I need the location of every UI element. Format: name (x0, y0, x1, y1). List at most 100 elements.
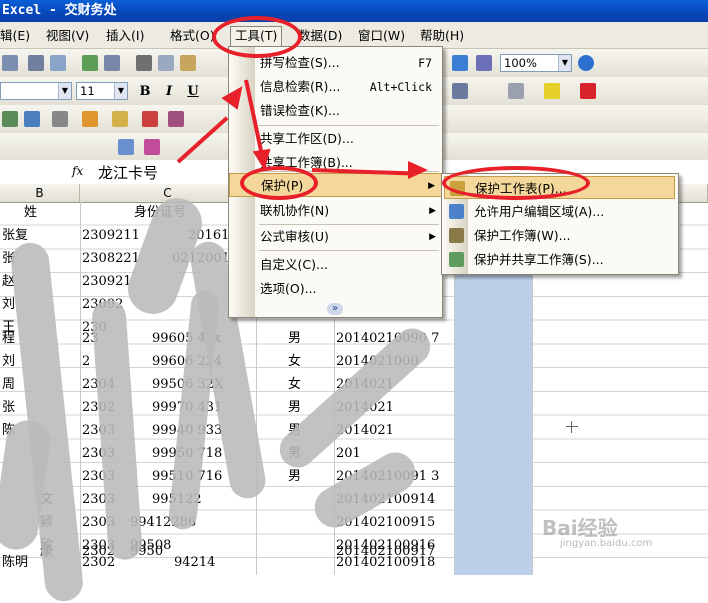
cell-id[interactable]: 2309211 (82, 225, 140, 247)
envelope-icon[interactable] (144, 139, 160, 155)
arrowhead-icon (252, 148, 274, 172)
cell-id[interactable]: 2308221 (82, 248, 140, 270)
menu-item-formula-audit[interactable]: 公式审核(U) ▶ (229, 225, 442, 249)
forward-icon[interactable] (118, 139, 134, 155)
underline-button[interactable]: U (184, 84, 202, 100)
header-cell-name[interactable]: 姓 (24, 202, 37, 224)
share-lock-icon (449, 252, 464, 267)
menu-separator (259, 250, 439, 251)
track-icon[interactable] (2, 111, 18, 127)
menu-item-label: 共享工作区(D)... (260, 131, 354, 146)
menu-edit[interactable]: 辑(E) (0, 27, 30, 45)
submenu-arrow-icon: ▶ (428, 181, 435, 191)
research-icon[interactable] (104, 55, 120, 71)
chevron-down-icon[interactable]: ▼ (114, 83, 127, 99)
font-size-value: 11 (80, 84, 95, 98)
menu-item-protect-workbook[interactable]: 保护工作簿(W)... (444, 224, 675, 247)
cell-name[interactable]: 周 (2, 374, 15, 396)
font-color-icon[interactable] (580, 83, 596, 99)
form-icon[interactable] (168, 111, 184, 127)
menu-item-label: 自定义(C)... (260, 257, 328, 272)
shortcut-label: Alt+Click (369, 80, 432, 94)
chart-wizard-icon[interactable] (452, 55, 468, 71)
print-icon[interactable] (28, 55, 44, 71)
menu-help[interactable]: 帮助(H) (420, 27, 464, 45)
cell-gender[interactable]: 男 (288, 397, 301, 419)
highlight-ring-protection (240, 166, 318, 200)
indent-icon[interactable] (452, 83, 468, 99)
bold-button[interactable]: B (136, 84, 154, 100)
font-size-combo[interactable]: 11 ▼ (76, 82, 128, 100)
title-bar: Excel - 交财务处 (0, 0, 708, 22)
menu-item-label: 联机协作(N) (260, 203, 330, 218)
cell-name[interactable]: 程 (2, 328, 15, 350)
menu-item-label: 保护工作簿(W)... (474, 228, 571, 243)
highlight-ring-tools (212, 16, 302, 58)
menu-data[interactable]: 数据(D) (298, 27, 342, 45)
print-preview-icon[interactable] (50, 55, 66, 71)
menu-item-allow-edit-ranges[interactable]: 允许用户编辑区域(A)... (444, 200, 675, 223)
crosshair-icon (566, 426, 578, 427)
menu-item-research[interactable]: 信息检索(R)... Alt+Click (229, 75, 442, 99)
highlight-ring-protect-sheet (442, 166, 590, 200)
menu-format[interactable]: 格式(O) (170, 27, 215, 45)
cell-id-tail: 94214 (174, 555, 216, 570)
submenu-arrow-icon: ▶ (429, 206, 436, 216)
cell-code[interactable]: 201402100918 (336, 552, 435, 574)
cell-gender[interactable]: 女 (288, 374, 301, 396)
zoom-value: 100% (504, 56, 537, 70)
edit-ranges-icon (449, 204, 464, 219)
menu-item-error-check[interactable]: 错误检查(K)... (229, 99, 442, 123)
comment-icon[interactable] (24, 111, 40, 127)
window-title: Excel - 交财务处 (2, 3, 117, 18)
zoom-combo[interactable]: 100% ▼ (500, 54, 572, 72)
menu-window[interactable]: 窗口(W) (358, 27, 405, 45)
menu-item-options[interactable]: 选项(O)... (229, 277, 442, 301)
column-header-b[interactable]: B (0, 184, 80, 202)
help-icon[interactable] (578, 55, 594, 71)
watermark-logo: Bai经验 (542, 516, 618, 540)
crosshair-icon (571, 421, 572, 433)
chevron-down-icon[interactable]: ▼ (58, 83, 71, 99)
cell-name[interactable]: 刘 (2, 351, 15, 373)
drawing-icon[interactable] (476, 55, 492, 71)
font-name-combo[interactable]: ▼ (0, 82, 72, 100)
folder-icon[interactable] (112, 111, 128, 127)
grid-icon[interactable] (142, 111, 158, 127)
menu-insert[interactable]: 插入(I) (106, 27, 144, 45)
menu-item-label: 保护并共享工作簿(S)... (474, 252, 604, 267)
watermark-url: jingyan.baidu.com (560, 538, 653, 549)
paste-icon[interactable] (180, 55, 196, 71)
chevron-down-icon[interactable]: ▼ (558, 55, 571, 71)
cell-id[interactable]: 2302 (82, 552, 115, 574)
cell-code[interactable]: 201 (336, 443, 361, 465)
italic-button[interactable]: I (160, 84, 178, 100)
menu-bar: 辑(E) 视图(V) 插入(I) 格式(O) 工具(T) 数据(D) 窗口(W)… (0, 22, 708, 49)
menu-item-protect-share[interactable]: 保护并共享工作簿(S)... (444, 248, 675, 271)
menu-item-label: 允许用户编辑区域(A)... (474, 204, 605, 219)
borders-icon[interactable] (508, 83, 524, 99)
reminder-icon[interactable] (82, 111, 98, 127)
cell-name[interactable]: 刘 (2, 294, 15, 316)
cell-name[interactable]: 陈明 (2, 552, 28, 574)
menu-item-label: 信息检索(R)... (260, 79, 341, 94)
menu-item-online-collab[interactable]: 联机协作(N) ▶ (229, 199, 442, 223)
menu-view[interactable]: 视图(V) (46, 27, 89, 45)
copy-icon[interactable] (158, 55, 174, 71)
menu-item-customize[interactable]: 自定义(C)... (229, 253, 442, 277)
edit-icon[interactable] (52, 111, 68, 127)
cell-gender[interactable]: 女 (288, 351, 301, 373)
cell-name[interactable]: 张 (2, 397, 15, 419)
cell-gender[interactable]: 男 (288, 466, 301, 488)
formula-input[interactable]: 龙江卡号 (98, 162, 158, 183)
cell-id[interactable]: 230921 (82, 271, 132, 293)
spelling-icon[interactable] (82, 55, 98, 71)
arrowhead-icon (408, 161, 428, 179)
cell-id[interactable]: 2 (82, 351, 90, 373)
cut-icon[interactable] (136, 55, 152, 71)
new-icon[interactable] (2, 55, 18, 71)
grid-line (80, 202, 81, 575)
expand-menu-icon[interactable]: » (327, 303, 343, 315)
cell-gender[interactable]: 男 (288, 328, 301, 350)
fill-color-icon[interactable] (544, 83, 560, 99)
